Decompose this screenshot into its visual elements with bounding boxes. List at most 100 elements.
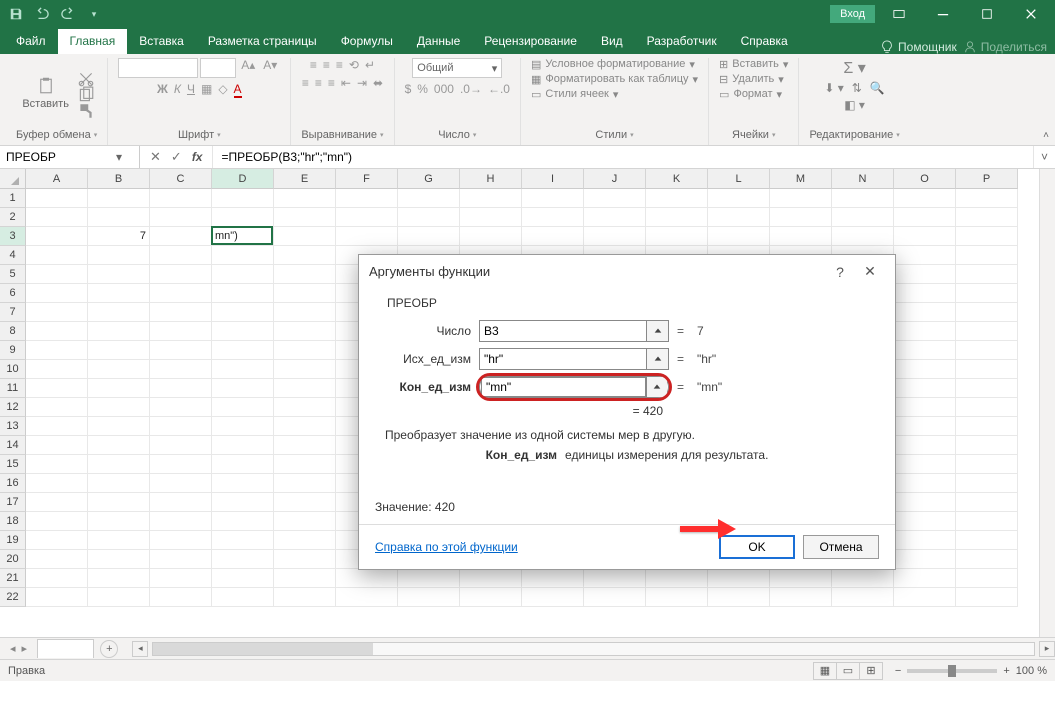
cell[interactable]: [274, 341, 336, 360]
cell[interactable]: [88, 284, 150, 303]
cell[interactable]: [522, 588, 584, 607]
cell[interactable]: [88, 550, 150, 569]
delete-cells-button[interactable]: ⊟Удалить ▾: [719, 73, 784, 86]
cell[interactable]: [894, 550, 956, 569]
undo-icon[interactable]: [30, 3, 54, 25]
cell[interactable]: [274, 303, 336, 322]
cell[interactable]: [26, 512, 88, 531]
row-header[interactable]: 8: [0, 322, 26, 341]
increase-font-icon[interactable]: A▴: [238, 58, 258, 78]
cell[interactable]: [212, 398, 274, 417]
cell[interactable]: [88, 303, 150, 322]
cell[interactable]: [398, 588, 460, 607]
cell[interactable]: [274, 246, 336, 265]
tab-разметка страницы[interactable]: Разметка страницы: [196, 29, 329, 54]
row-header[interactable]: 11: [0, 379, 26, 398]
row-header[interactable]: 12: [0, 398, 26, 417]
row-header[interactable]: 14: [0, 436, 26, 455]
horizontal-scrollbar[interactable]: [152, 641, 1035, 657]
cell[interactable]: [894, 265, 956, 284]
cell[interactable]: [150, 246, 212, 265]
cell[interactable]: [274, 474, 336, 493]
cell[interactable]: [212, 208, 274, 227]
copy-icon[interactable]: [77, 86, 95, 100]
cell[interactable]: [26, 189, 88, 208]
arg-input[interactable]: [481, 377, 646, 397]
cell[interactable]: [26, 303, 88, 322]
cell[interactable]: [274, 436, 336, 455]
fill-color-icon[interactable]: ◇: [218, 82, 227, 98]
cell[interactable]: [150, 493, 212, 512]
cell[interactable]: [460, 189, 522, 208]
cell[interactable]: [212, 360, 274, 379]
cell[interactable]: mn"): [212, 227, 274, 246]
cell[interactable]: [832, 208, 894, 227]
cell[interactable]: [894, 208, 956, 227]
cell[interactable]: [584, 189, 646, 208]
cell[interactable]: [646, 189, 708, 208]
cell[interactable]: [584, 227, 646, 246]
format-cells-button[interactable]: ▭Формат ▾: [719, 88, 782, 101]
format-painter-icon[interactable]: [77, 102, 95, 116]
cell[interactable]: [26, 398, 88, 417]
row-header[interactable]: 13: [0, 417, 26, 436]
cell[interactable]: [894, 341, 956, 360]
tab-разработчик[interactable]: Разработчик: [635, 29, 729, 54]
cell[interactable]: [88, 569, 150, 588]
autosum-icon[interactable]: Σ ▾: [843, 58, 865, 78]
cell[interactable]: [212, 322, 274, 341]
increase-decimal-icon[interactable]: .0→: [460, 82, 482, 96]
cell[interactable]: [398, 569, 460, 588]
cell[interactable]: [88, 588, 150, 607]
cell[interactable]: [150, 284, 212, 303]
view-page-break-icon[interactable]: ⊞: [859, 662, 883, 680]
row-header[interactable]: 6: [0, 284, 26, 303]
cell[interactable]: [646, 569, 708, 588]
cell[interactable]: [274, 512, 336, 531]
cell[interactable]: [894, 284, 956, 303]
cell[interactable]: [956, 474, 1018, 493]
cell[interactable]: [708, 569, 770, 588]
col-header[interactable]: L: [708, 169, 770, 189]
cell[interactable]: [274, 531, 336, 550]
currency-icon[interactable]: $: [405, 82, 412, 96]
function-help-link[interactable]: Справка по этой функции: [375, 540, 518, 554]
col-header[interactable]: A: [26, 169, 88, 189]
cell[interactable]: [646, 588, 708, 607]
decrease-decimal-icon[interactable]: ←.0: [488, 82, 510, 96]
enter-formula-icon[interactable]: ✓: [171, 149, 182, 165]
cell[interactable]: [956, 322, 1018, 341]
cell[interactable]: [460, 569, 522, 588]
conditional-formatting-button[interactable]: ▤Условное форматирование ▾: [531, 58, 695, 71]
cell[interactable]: [584, 569, 646, 588]
cell[interactable]: [894, 246, 956, 265]
cell[interactable]: [212, 284, 274, 303]
cell[interactable]: [956, 588, 1018, 607]
cell[interactable]: [150, 208, 212, 227]
cancel-button[interactable]: Отмена: [803, 535, 879, 559]
cell[interactable]: [956, 303, 1018, 322]
name-box-dropdown-icon[interactable]: ▾: [110, 150, 128, 164]
cell[interactable]: [274, 588, 336, 607]
select-all-corner[interactable]: [0, 169, 26, 189]
maximize-icon[interactable]: [967, 0, 1007, 28]
cell[interactable]: [894, 512, 956, 531]
zoom-slider-track[interactable]: [907, 669, 997, 673]
cell[interactable]: [26, 360, 88, 379]
cell[interactable]: [150, 360, 212, 379]
cell[interactable]: [26, 322, 88, 341]
cell[interactable]: [150, 341, 212, 360]
formula-input[interactable]: =ПРЕОБР(B3;"hr";"mn"): [213, 146, 1033, 168]
cell[interactable]: [150, 436, 212, 455]
cell[interactable]: [26, 588, 88, 607]
format-as-table-button[interactable]: ▦Форматировать как таблицу ▾: [531, 73, 698, 86]
cell[interactable]: [88, 474, 150, 493]
cell[interactable]: [956, 189, 1018, 208]
cell[interactable]: [522, 208, 584, 227]
font-color-icon[interactable]: А: [234, 82, 242, 98]
cell[interactable]: [88, 189, 150, 208]
wrap-text-icon[interactable]: ↵: [365, 58, 375, 72]
tab-file[interactable]: Файл: [4, 29, 58, 54]
cell[interactable]: [26, 227, 88, 246]
align-middle-icon[interactable]: ≡: [323, 58, 330, 72]
